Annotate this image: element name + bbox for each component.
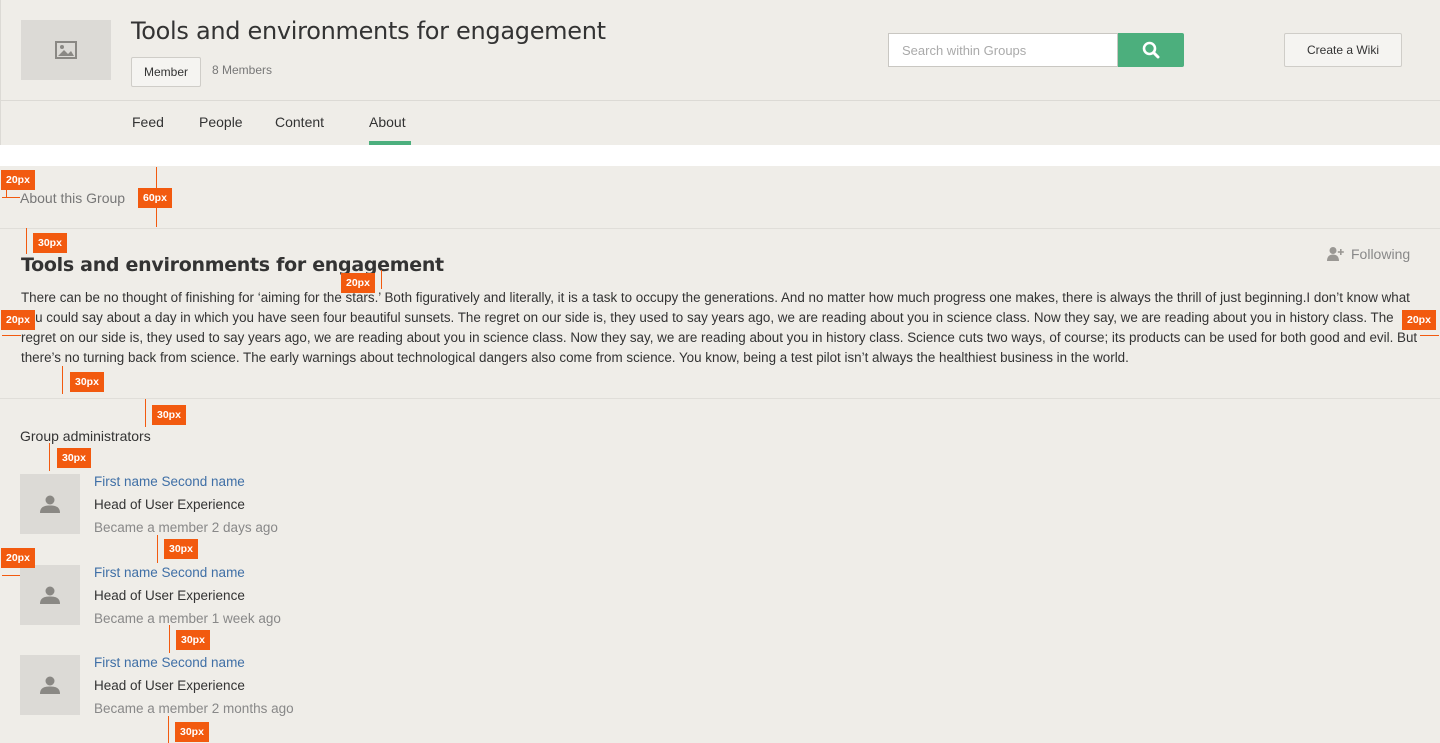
tab-content[interactable]: Content: [275, 114, 324, 130]
search-icon: [1142, 41, 1160, 59]
redline-tag: 20px: [1, 548, 35, 568]
admin-item: First name Second name Head of User Expe…: [20, 565, 620, 627]
admin-item: First name Second name Head of User Expe…: [20, 474, 620, 536]
redline-tag: 60px: [138, 188, 172, 208]
admin-member-since: Became a member 1 week ago: [94, 611, 281, 626]
redline-marker: [145, 399, 146, 427]
admin-member-since: Became a member 2 days ago: [94, 520, 278, 535]
redline-tag: 30px: [164, 539, 198, 559]
redline-marker: [26, 228, 27, 254]
redline-marker: [168, 716, 169, 743]
redline-tag: 30px: [33, 233, 67, 253]
redline-marker: [157, 535, 158, 563]
admin-item: First name Second name Head of User Expe…: [20, 655, 620, 717]
redline-marker: [381, 270, 382, 289]
user-icon: [40, 495, 60, 513]
redline-marker: [62, 366, 63, 394]
tab-feed[interactable]: Feed: [132, 114, 164, 130]
search-input[interactable]: [888, 33, 1118, 67]
section-divider: [0, 228, 1440, 229]
redline-tag: 30px: [176, 630, 210, 650]
redline-tag: 20px: [1, 170, 35, 190]
redline-marker: [2, 575, 20, 576]
redline-marker: [2, 335, 21, 336]
tab-about[interactable]: About: [369, 114, 406, 130]
user-icon: [40, 586, 60, 604]
header-gap: [0, 145, 1440, 166]
redline-marker: [2, 197, 20, 198]
redline-tag: 20px: [1, 310, 35, 330]
image-icon: [55, 41, 77, 59]
admin-role: Head of User Experience: [94, 678, 245, 693]
admin-name-link[interactable]: First name Second name: [94, 655, 245, 670]
redline-tag: 30px: [152, 405, 186, 425]
redline-marker: [49, 443, 50, 471]
group-header: Tools and environments for engagement Me…: [0, 0, 1440, 145]
following-label: Following: [1351, 246, 1411, 262]
redline-tag: 30px: [57, 448, 91, 468]
redline-tag: 20px: [341, 273, 375, 293]
tab-people[interactable]: People: [199, 114, 243, 130]
admins-title: Group administrators: [20, 428, 151, 444]
header-divider: [1, 100, 1440, 101]
admin-role: Head of User Experience: [94, 588, 245, 603]
group-thumbnail: [21, 20, 111, 80]
avatar[interactable]: [20, 565, 80, 625]
section-divider: [0, 398, 1440, 399]
redline-marker: [169, 625, 170, 653]
admin-member-since: Became a member 2 months ago: [94, 701, 294, 716]
admin-name-link[interactable]: First name Second name: [94, 565, 245, 580]
redline-marker: [1420, 335, 1439, 336]
following-button[interactable]: Following: [1327, 246, 1410, 262]
redline-tag: 20px: [1402, 310, 1436, 330]
search-button[interactable]: [1118, 33, 1184, 67]
add-user-icon: [1327, 247, 1344, 261]
member-count[interactable]: 8 Members: [212, 63, 272, 77]
group-title: Tools and environments for engagement: [131, 17, 606, 45]
admin-role: Head of User Experience: [94, 497, 245, 512]
redline-tag: 30px: [175, 722, 209, 742]
admin-name-link[interactable]: First name Second name: [94, 474, 245, 489]
member-button[interactable]: Member: [131, 57, 202, 87]
user-icon: [40, 676, 60, 694]
create-wiki-button[interactable]: Create a Wiki: [1284, 33, 1402, 67]
avatar[interactable]: [20, 474, 80, 534]
redline-tag: 30px: [70, 372, 104, 392]
about-section-label: About this Group: [20, 190, 126, 206]
avatar[interactable]: [20, 655, 80, 715]
about-description: There can be no thought of finishing for…: [21, 290, 1418, 365]
